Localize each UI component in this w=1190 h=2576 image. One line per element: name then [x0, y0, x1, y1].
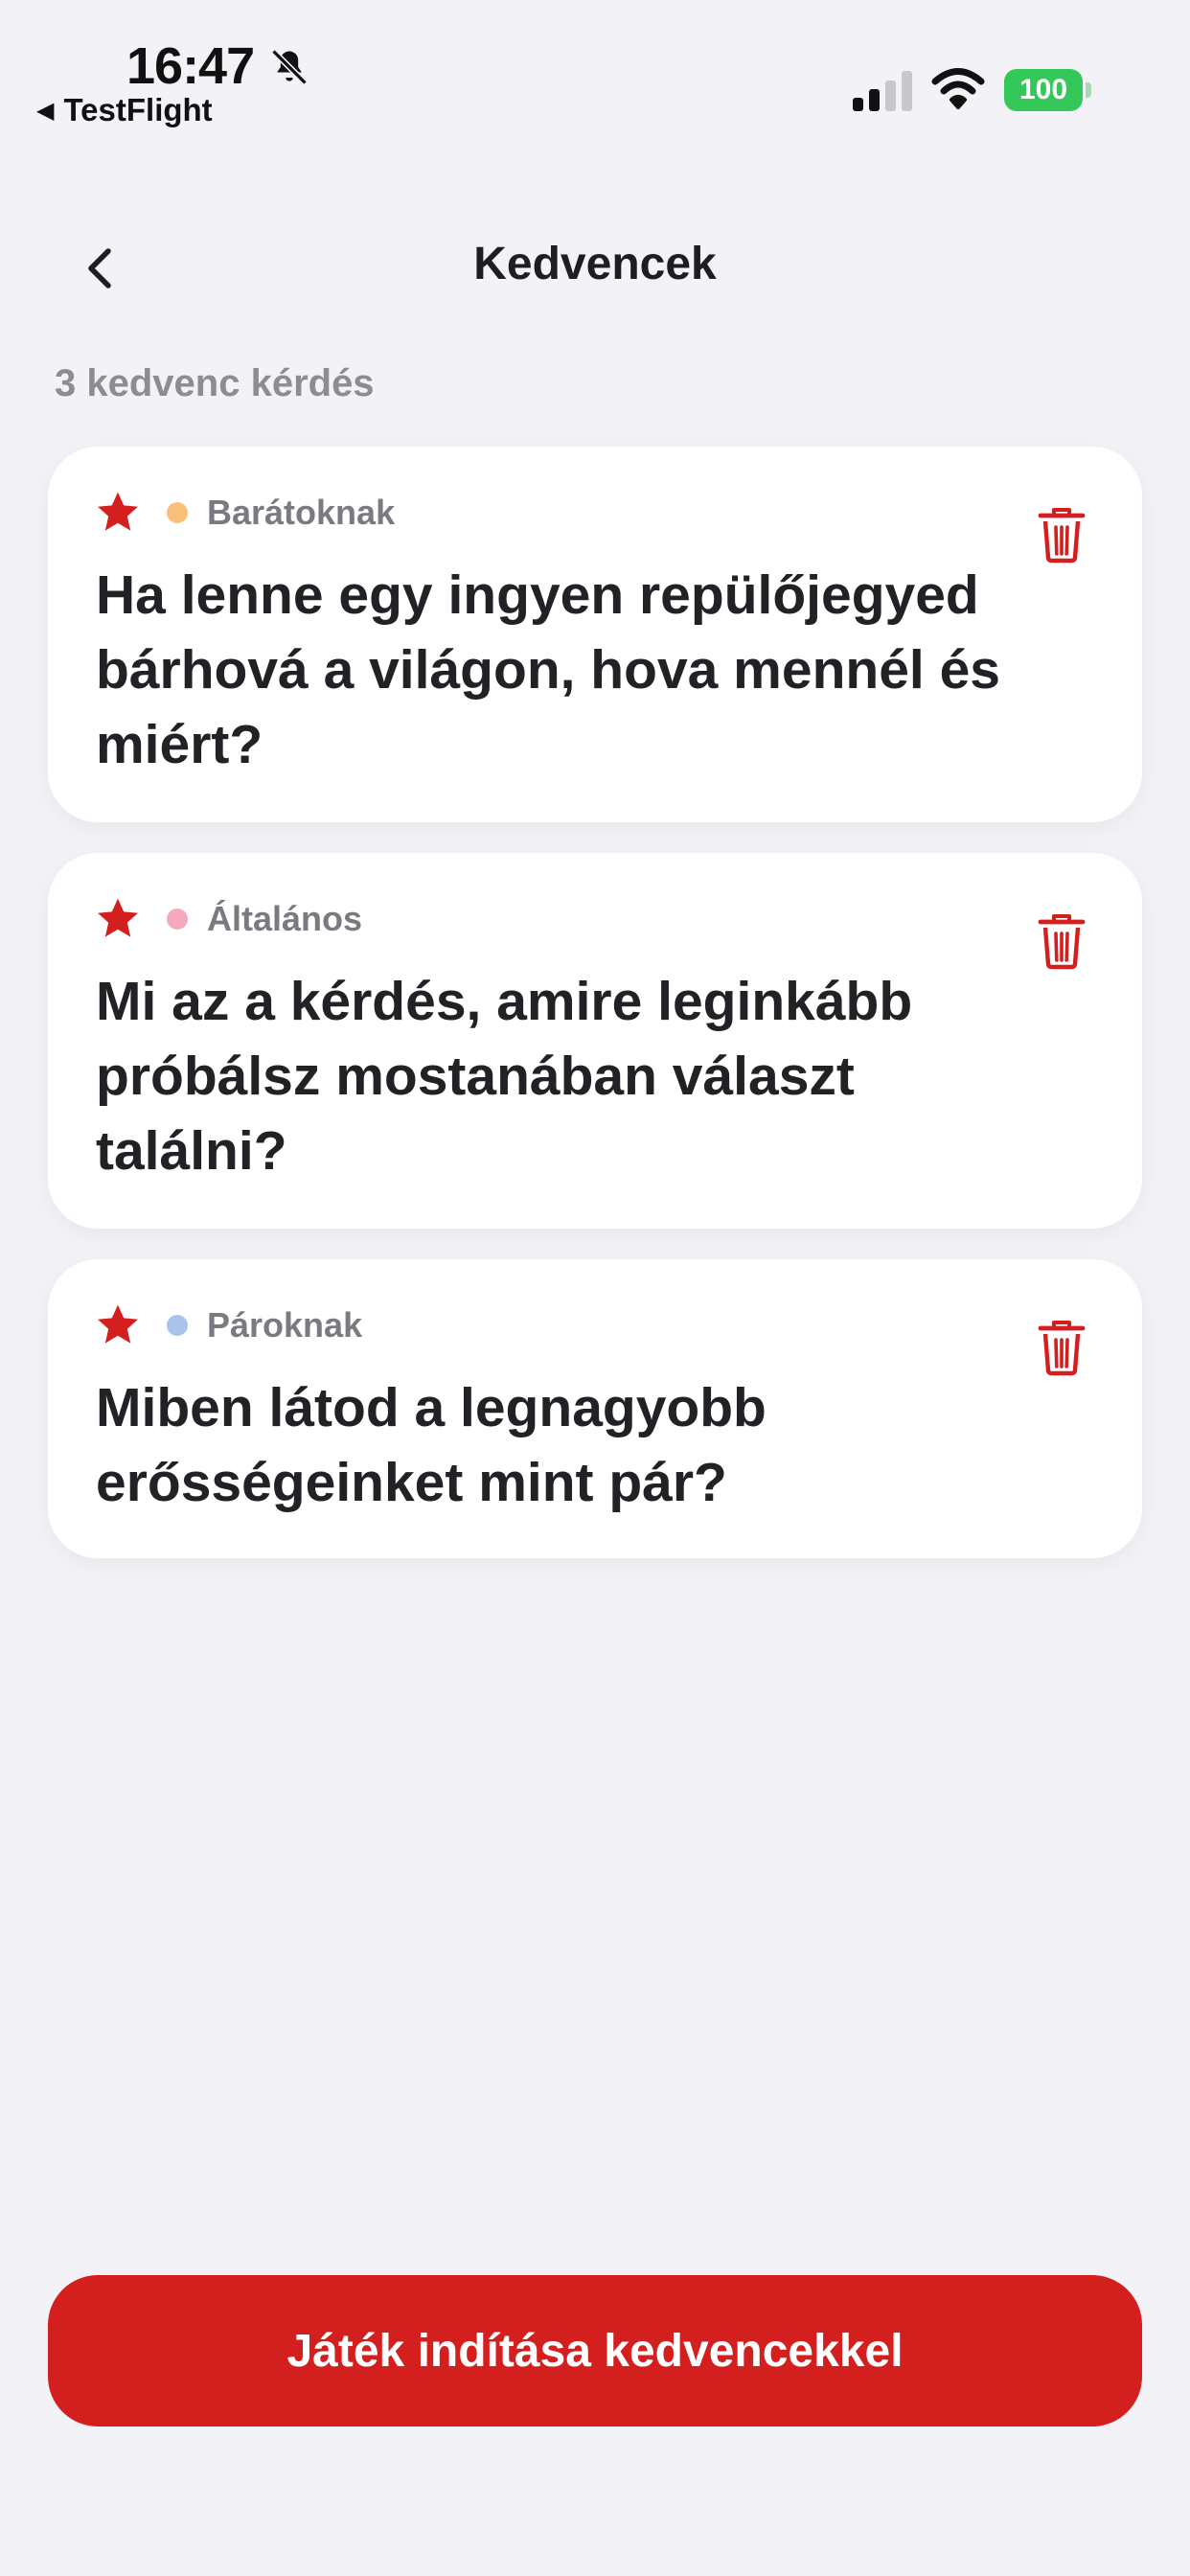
- back-triangle-icon: ◀: [36, 97, 55, 124]
- page-title: Kedvencek: [473, 239, 717, 289]
- trash-icon[interactable]: [1037, 912, 1087, 970]
- question-text: Ha lenne egy ingyen repülőjegyed bárhová…: [96, 564, 1000, 775]
- trash-icon[interactable]: [1037, 506, 1087, 564]
- star-icon[interactable]: [94, 895, 142, 941]
- back-to-app-link[interactable]: ◀ TestFlight: [36, 92, 213, 128]
- trash-icon[interactable]: [1037, 1319, 1087, 1376]
- favorites-screen: 16:47 ◀ TestFlight 100 Kedvencek 3 kedve…: [0, 0, 1190, 2576]
- favorite-card: Pároknak Miben látod a legnagyobb erőssé…: [48, 1259, 1142, 1558]
- cellular-signal-icon: [853, 71, 912, 111]
- category-dot: [167, 502, 188, 523]
- bell-slash-icon: [271, 49, 308, 85]
- status-time: 16:47: [126, 37, 255, 95]
- category-label: Pároknak: [207, 1305, 363, 1345]
- favorites-count: 3 kedvenc kérdés: [55, 362, 375, 404]
- wifi-icon: [931, 68, 985, 109]
- category-dot: [167, 908, 188, 930]
- category-label: Barátoknak: [207, 493, 396, 532]
- question-text: Mi az a kérdés, amire leginkább próbálsz…: [96, 971, 913, 1182]
- start-game-button[interactable]: Játék indítása kedvencekkel: [48, 2275, 1142, 2426]
- favorite-card: Barátoknak Ha lenne egy ingyen repülőjeg…: [48, 447, 1142, 822]
- star-icon[interactable]: [94, 489, 142, 535]
- battery-nub: [1086, 82, 1091, 98]
- category-dot: [167, 1315, 188, 1336]
- star-icon[interactable]: [94, 1301, 142, 1347]
- battery-level: 100: [1018, 74, 1068, 105]
- favorite-card: Általános Mi az a kérdés, amire leginkáb…: [48, 853, 1142, 1229]
- question-text: Miben látod a legnagyobb erősségeinket m…: [96, 1377, 767, 1513]
- category-label: Általános: [207, 899, 363, 938]
- battery-icon: 100: [1004, 69, 1083, 111]
- back-app-label: TestFlight: [63, 92, 213, 127]
